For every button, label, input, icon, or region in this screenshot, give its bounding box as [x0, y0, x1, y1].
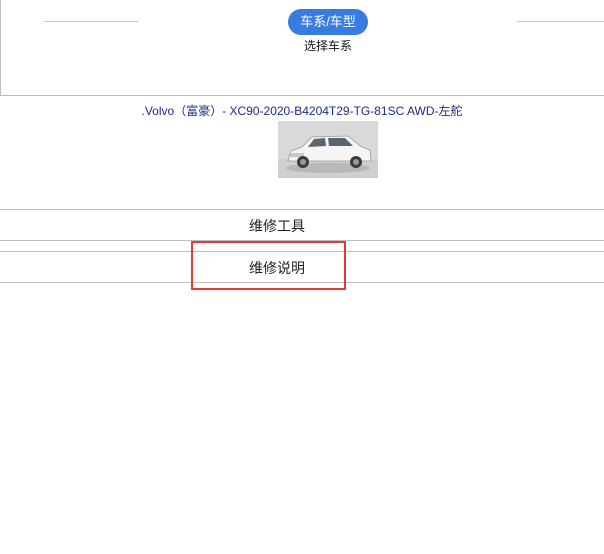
- step-progress-line-left: [44, 21, 138, 22]
- section-divider: [0, 95, 604, 96]
- frame-left-border: [0, 0, 1, 96]
- step-caption: 选择车系: [303, 39, 352, 53]
- step-progress-line-right: [517, 21, 604, 22]
- car-image-icon: [278, 121, 378, 178]
- vehicle-title-link[interactable]: .Volvo（富豪）- XC90-2020-B4204T29-TG-81SC A…: [0, 102, 604, 119]
- menu-item-repair-tools[interactable]: 维修工具: [0, 216, 554, 236]
- step-series-model-button[interactable]: 车系/车型: [288, 9, 368, 35]
- vehicle-thumbnail[interactable]: [278, 121, 378, 178]
- highlight-annotation-box: [191, 241, 346, 290]
- menu-divider-top: [0, 209, 604, 210]
